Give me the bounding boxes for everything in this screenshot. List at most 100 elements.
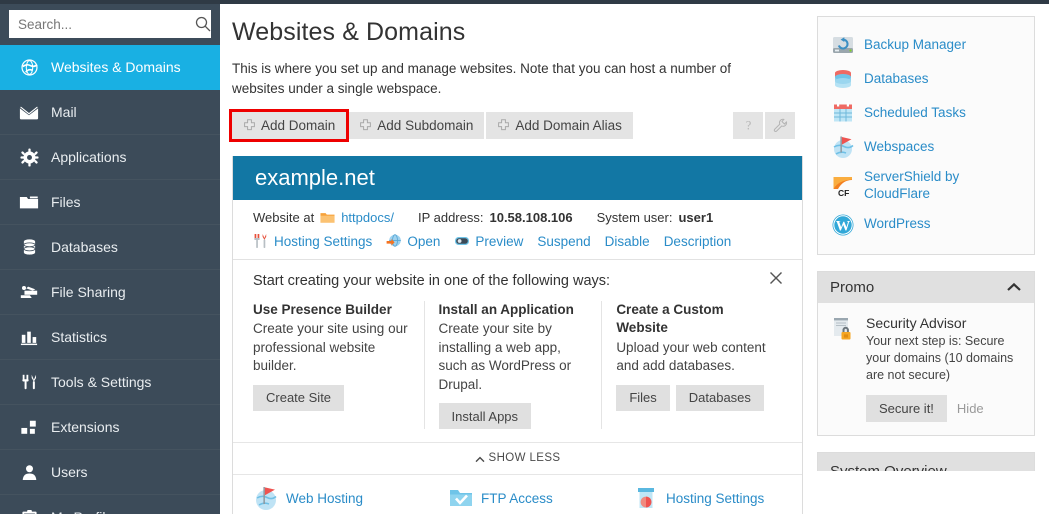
column-buttons: Files Databases	[616, 385, 768, 411]
sidebar-item-label: Databases	[51, 240, 118, 254]
add-domain-label: Add Domain	[261, 118, 335, 133]
add-subdomain-button[interactable]: Add Subdomain	[348, 112, 484, 139]
wrench-icon[interactable]	[765, 112, 795, 139]
question-mark-icon[interactable]: ?	[733, 112, 763, 139]
install-apps-button[interactable]: Install Apps	[439, 403, 532, 429]
web-hosting-icon	[253, 485, 279, 511]
web-hosting-service[interactable]: Web Hosting	[253, 485, 448, 511]
files-button[interactable]: Files	[616, 385, 669, 411]
open-label[interactable]: Open	[407, 234, 440, 249]
hosting-settings-label[interactable]: Hosting Settings	[274, 234, 372, 249]
column-text: Upload your web content and add database…	[616, 339, 768, 376]
column-heading: Use Presence Builder	[253, 301, 410, 319]
id-card-icon	[18, 506, 40, 514]
backup-manager-link[interactable]: Backup Manager	[831, 28, 1021, 62]
secure-it-button[interactable]: Secure it!	[866, 395, 947, 422]
search-icon[interactable]	[195, 16, 211, 32]
sidebar-item-my-profile[interactable]: My Profile	[0, 495, 220, 514]
plesk-screen: Websites & Domains Mail	[0, 0, 1049, 514]
toolbar-right-group: ?	[733, 112, 795, 139]
suspend-link[interactable]: Suspend	[537, 234, 590, 249]
create-website-title: Start creating your website in one of th…	[253, 273, 782, 289]
add-domain-alias-label: Add Domain Alias	[515, 118, 622, 133]
user-icon	[18, 461, 40, 483]
column-buttons: Install Apps	[439, 403, 588, 429]
domain-panel: example.net Website at httpdocs/	[232, 156, 803, 514]
tool-label[interactable]: ServerShield by CloudFlare	[864, 169, 1021, 203]
show-less-toggle[interactable]: SHOW LESS	[475, 452, 561, 464]
sidebar-item-label: File Sharing	[51, 285, 126, 299]
domain-body: Website at httpdocs/ IP address: 10.58.1…	[233, 200, 802, 514]
hide-link[interactable]: Hide	[957, 401, 984, 416]
search-box[interactable]	[9, 10, 211, 38]
system-user-label: System user:	[597, 210, 673, 225]
disable-link[interactable]: Disable	[605, 234, 650, 249]
add-domain-alias-button[interactable]: Add Domain Alias	[486, 112, 633, 139]
domain-name: example.net	[255, 165, 375, 191]
cloudflare-icon: CF	[831, 174, 855, 198]
search-input[interactable]	[18, 17, 195, 32]
domain-header: example.net	[233, 156, 802, 200]
sidebar-item-extensions[interactable]: Extensions	[0, 405, 220, 450]
center-column: Websites & Domains This is where you set…	[220, 4, 803, 514]
sidebar-item-mail[interactable]: Mail	[0, 90, 220, 135]
sidebar-item-file-sharing[interactable]: File Sharing	[0, 270, 220, 315]
sidebar-item-tools-settings[interactable]: Tools & Settings	[0, 360, 220, 405]
create-website-columns: Use Presence Builder Create your site us…	[253, 301, 782, 429]
tool-label[interactable]: Scheduled Tasks	[864, 105, 966, 122]
tool-label[interactable]: Webspaces	[864, 139, 934, 156]
tool-label[interactable]: WordPress	[864, 216, 931, 233]
hosting-settings-action[interactable]: Hosting Settings	[253, 233, 372, 249]
add-domain-button[interactable]: Add Domain	[232, 112, 346, 139]
docroot-link[interactable]: httpdocs/	[341, 210, 394, 225]
sidebar-item-websites-domains[interactable]: Websites & Domains	[0, 45, 220, 90]
backup-icon	[831, 33, 855, 57]
web-hosting-label[interactable]: Web Hosting	[286, 491, 363, 506]
hosting-settings-service[interactable]: Hosting Settings	[633, 485, 764, 511]
service-links-row: Web Hosting	[233, 474, 802, 514]
tool-label[interactable]: Backup Manager	[864, 37, 966, 54]
open-arrow-icon	[386, 233, 402, 249]
ftp-access-service[interactable]: FTP Access	[448, 485, 633, 511]
servershield-cloudflare-link[interactable]: CF ServerShield by CloudFlare	[831, 164, 1021, 208]
sidebar-item-files[interactable]: Files	[0, 180, 220, 225]
svg-text:?: ?	[745, 119, 750, 133]
show-less-label: SHOW LESS	[489, 452, 561, 464]
databases-link[interactable]: Databases	[831, 62, 1021, 96]
create-site-button[interactable]: Create Site	[253, 385, 344, 411]
webspaces-link[interactable]: Webspaces	[831, 130, 1021, 164]
tools-panel-body: Backup Manager	[818, 17, 1034, 254]
sidebar: Websites & Domains Mail	[0, 0, 220, 514]
scheduled-tasks-link[interactable]: Scheduled Tasks	[831, 96, 1021, 130]
preview-action[interactable]: Preview	[454, 233, 523, 249]
toolbar: Add Domain Add Subdomain	[232, 112, 803, 139]
globe-icon	[18, 56, 40, 78]
preview-label[interactable]: Preview	[475, 234, 523, 249]
system-user-value: user1	[678, 210, 713, 225]
chevron-up-icon[interactable]	[1006, 279, 1022, 296]
wordpress-link[interactable]: W WordPress	[831, 208, 1021, 242]
sidebar-item-users[interactable]: Users	[0, 450, 220, 495]
sidebar-item-label: Files	[51, 195, 81, 209]
create-website-box: Start creating your website in one of th…	[233, 259, 802, 514]
sidebar-item-label: Websites & Domains	[51, 60, 181, 74]
add-subdomain-label: Add Subdomain	[377, 118, 473, 133]
system-overview-panel[interactable]: System Overview	[817, 452, 1035, 471]
description-link[interactable]: Description	[664, 234, 732, 249]
hosting-settings-service-label[interactable]: Hosting Settings	[666, 491, 764, 506]
ftp-access-label[interactable]: FTP Access	[481, 491, 553, 506]
open-action[interactable]: Open	[386, 233, 440, 249]
close-icon[interactable]	[768, 270, 784, 286]
tool-label[interactable]: Databases	[864, 71, 929, 88]
databases-button[interactable]: Databases	[676, 385, 764, 411]
column-buttons: Create Site	[253, 385, 410, 411]
database-icon	[18, 236, 40, 258]
promo-buttons: Secure it! Hide	[866, 395, 1021, 422]
chevron-up-icon	[475, 454, 485, 461]
sidebar-item-databases[interactable]: Databases	[0, 225, 220, 270]
column-text: Create your site using our professional …	[253, 320, 410, 375]
sidebar-item-applications[interactable]: Applications	[0, 135, 220, 180]
sidebar-item-statistics[interactable]: Statistics	[0, 315, 220, 360]
promo-header[interactable]: Promo	[818, 272, 1034, 303]
preview-eye-icon	[454, 233, 470, 249]
